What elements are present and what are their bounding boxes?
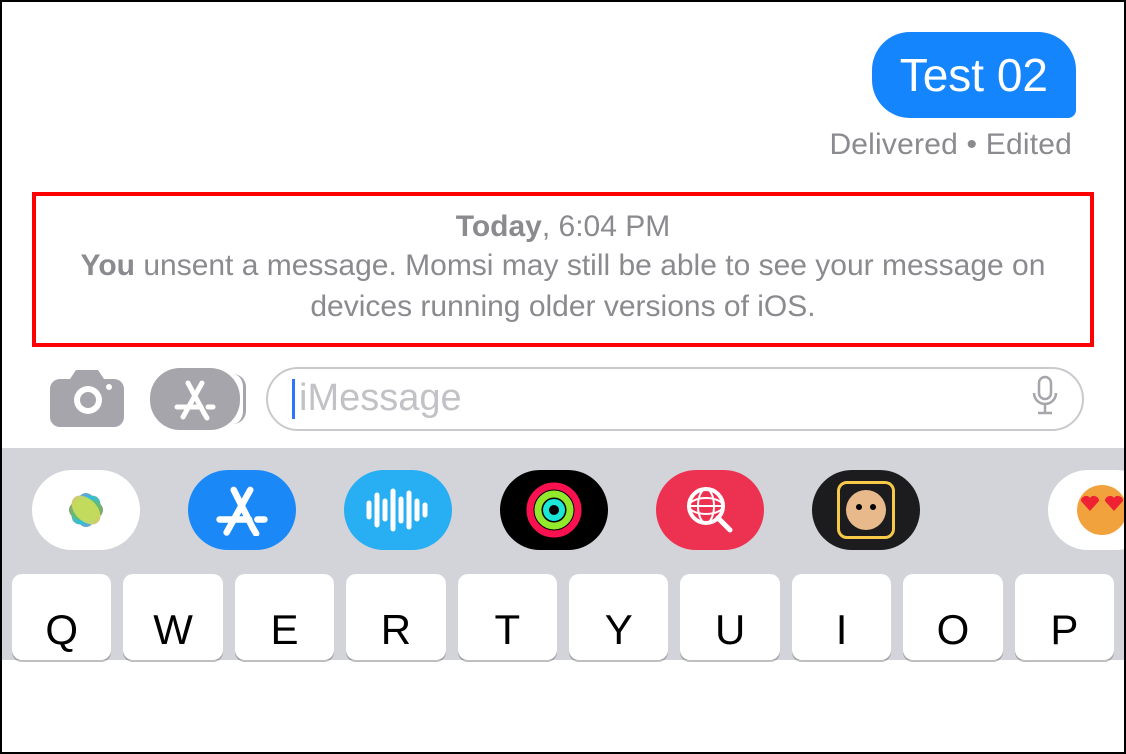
outgoing-message-bubble[interactable]: Test 02 [872,32,1076,118]
key-e[interactable]: E [235,574,334,660]
unsent-you: You [81,249,135,282]
app-drawer-toggle[interactable] [150,368,240,430]
message-status: Delivered • Edited [829,128,1072,162]
key-t[interactable]: T [458,574,557,660]
waveform-icon [363,487,433,533]
microphone-icon [1030,375,1060,417]
memoji-face-icon [846,490,886,530]
key-o[interactable]: O [903,574,1002,660]
text-cursor [292,379,295,419]
app-appstore[interactable] [188,470,296,550]
appstore-icon [173,377,217,421]
app-memoji[interactable] [812,470,920,550]
message-input[interactable]: iMessage [266,367,1084,431]
key-w[interactable]: W [123,574,222,660]
keyboard-row-1: Q W E R T Y U I O P [2,564,1124,660]
memoji-frame-icon [837,481,895,539]
compose-row: iMessage [2,363,1124,448]
key-i[interactable]: I [792,574,891,660]
app-photos[interactable] [32,470,140,550]
camera-button[interactable] [50,365,124,432]
unsent-timestamp: Today, 6:04 PM [46,210,1080,244]
key-q[interactable]: Q [12,574,111,660]
magnifier-globe-icon [682,482,738,538]
conversation-area: Test 02 Delivered • Edited [2,2,1124,162]
app-stickers[interactable] [1048,470,1124,550]
app-audio-message[interactable] [344,470,452,550]
unsent-notice: You unsent a message. Momsi may still be… [46,246,1080,327]
key-p[interactable]: P [1015,574,1114,660]
key-y[interactable]: Y [569,574,668,660]
app-find[interactable] [656,470,764,550]
activity-rings-icon [525,481,583,539]
compose-placeholder: iMessage [299,377,462,420]
camera-icon [50,365,124,427]
key-r[interactable]: R [346,574,445,660]
appstore-icon [216,484,268,536]
app-strip[interactable] [2,448,1124,564]
sticker-icon [1048,470,1124,550]
app-fitness[interactable] [500,470,608,550]
annotation-highlight-box: Today, 6:04 PM You unsent a message. Mom… [32,192,1094,347]
photos-icon [59,483,113,537]
timestamp-time: , 6:04 PM [542,210,670,243]
timestamp-day: Today [456,210,542,243]
unsent-body: unsent a message. Momsi may still be abl… [135,249,1045,323]
key-u[interactable]: U [680,574,779,660]
dictation-button[interactable] [1030,375,1060,422]
